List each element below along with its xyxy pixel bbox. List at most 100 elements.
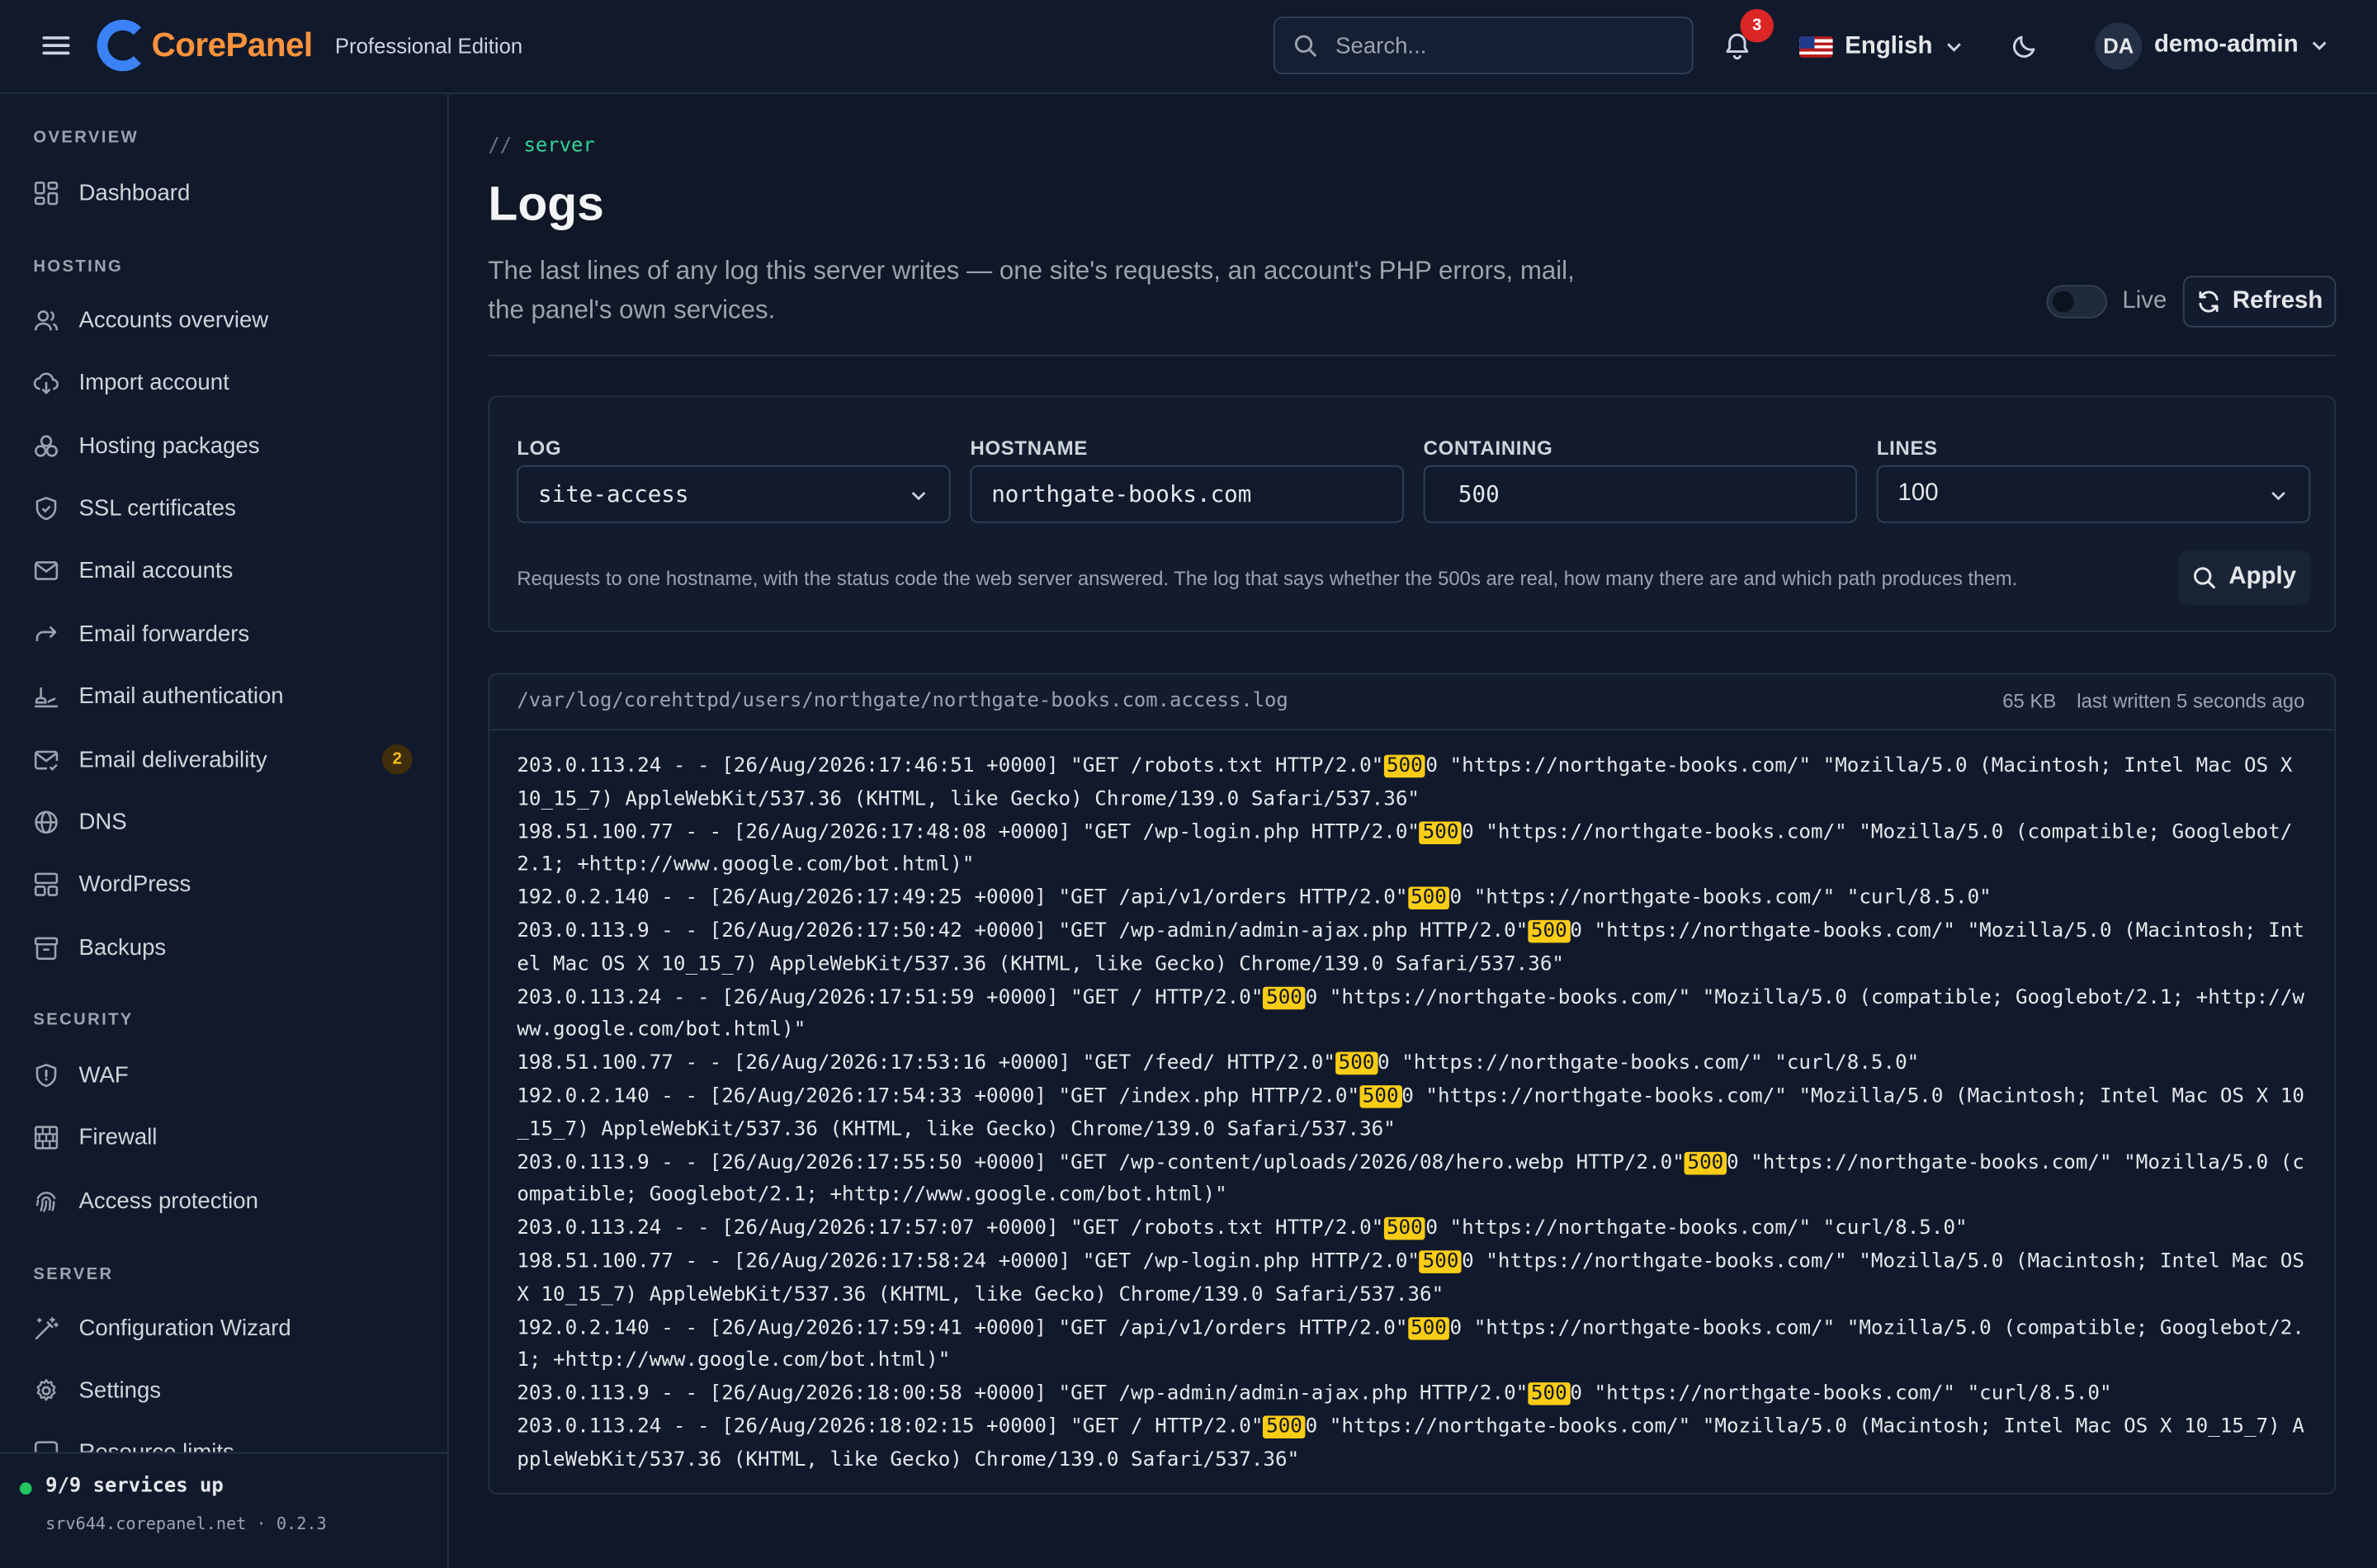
status-dot: [19, 1482, 32, 1495]
hostname-field[interactable]: northgate-books.com: [970, 465, 1404, 523]
sidebar-item-accounts-overview[interactable]: Accounts overview: [0, 292, 447, 347]
log-lines[interactable]: 203.0.113.24 - - [26/Aug/2026:17:46:51 +…: [517, 750, 2310, 1477]
sidebar-item-label: Email accounts: [78, 556, 234, 583]
lines-select[interactable]: 100: [1876, 465, 2311, 523]
log-line: 192.0.2.140 - - [26/Aug/2026:17:49:25 +0…: [517, 882, 2310, 915]
containing-value: 500: [1458, 480, 1500, 508]
username: demo-admin: [2153, 31, 2299, 58]
warning-count-badge: 2: [381, 744, 413, 775]
log-line-text: 203.0.113.24 - - [26/Aug/2026:18:02:15 +…: [517, 1415, 1264, 1438]
sidebar-item-label: Configuration Wizard: [78, 1315, 291, 1341]
page-description: The last lines of any log this server wr…: [488, 256, 1575, 325]
breadcrumb-server[interactable]: server: [524, 135, 595, 158]
sidebar-item-wordpress[interactable]: WordPress: [0, 857, 447, 911]
fingerprint-icon: [35, 1191, 56, 1211]
filter-help-text: Requests to one hostname, with the statu…: [517, 566, 2018, 590]
sidebar-item-label: Email deliverability: [78, 746, 267, 772]
shield-check-icon: [35, 496, 57, 520]
log-line: 203.0.113.24 - - [26/Aug/2026:17:46:51 +…: [517, 750, 2310, 816]
refresh-label: Refresh: [2232, 287, 2323, 314]
notification-badge: 3: [1740, 9, 1774, 43]
search-box[interactable]: [1273, 17, 1694, 74]
log-select[interactable]: site-access: [517, 465, 951, 523]
sidebar-item-label: Dashboard: [78, 179, 191, 205]
chevron-down-icon: [911, 491, 926, 501]
menu-icon[interactable]: [42, 32, 70, 59]
sidebar-item-email-authentication[interactable]: Email authentication: [0, 668, 447, 723]
section-server: SERVER: [33, 1265, 114, 1284]
log-line: 203.0.113.24 - - [26/Aug/2026:18:02:15 +…: [517, 1411, 2310, 1477]
sidebar-item-ssl-certificates[interactable]: SSL certificates: [0, 480, 447, 535]
breadcrumb: // server: [488, 135, 594, 158]
match-highlight: 500: [1528, 920, 1571, 943]
sidebar-item-email-deliverability[interactable]: Email deliverability 2: [0, 732, 447, 786]
divider: [488, 354, 2337, 357]
sidebar: OVERVIEW Dashboard HOSTING Accounts over…: [0, 93, 449, 1568]
live-toggle[interactable]: [2046, 285, 2108, 319]
match-highlight: 500: [1684, 1151, 1727, 1174]
apply-button[interactable]: Apply: [2178, 550, 2311, 605]
log-last-written: last written 5 seconds ago: [2077, 689, 2305, 713]
layout-icon: [34, 871, 59, 895]
sidebar-item-email-forwarders[interactable]: Email forwarders: [0, 607, 447, 661]
sidebar-item-backups[interactable]: Backups: [0, 920, 447, 975]
language-selector[interactable]: English: [1799, 29, 1963, 65]
server-host-version: srv644.corepanel.net · 0.2.3: [45, 1514, 327, 1534]
log-line-text: 198.51.100.77 - - [26/Aug/2026:17:58:24 …: [517, 1250, 1420, 1273]
log-line: 203.0.113.24 - - [26/Aug/2026:17:51:59 +…: [517, 981, 2310, 1047]
brand-name: CorePanel: [151, 26, 313, 64]
search-input[interactable]: [1332, 31, 1672, 60]
log-line-text: 0 "https://northgate-books.com/" "curl/8…: [1570, 1382, 2112, 1405]
apply-label: Apply: [2228, 564, 2297, 590]
packages-icon: [35, 434, 58, 456]
match-highlight: 500: [1359, 1085, 1402, 1108]
match-highlight: 500: [1420, 820, 1463, 844]
sidebar-item-waf[interactable]: WAF: [0, 1047, 447, 1102]
sidebar-item-label: Access protection: [78, 1188, 258, 1214]
sidebar-item-hosting-packages[interactable]: Hosting packages: [0, 418, 447, 473]
sidebar-item-access-protection[interactable]: Access protection: [0, 1174, 447, 1228]
lines-select-value: 100: [1897, 480, 1939, 507]
log-line: 203.0.113.9 - - [26/Aug/2026:18:00:58 +0…: [517, 1378, 2310, 1411]
sidebar-item-label: Import account: [78, 369, 229, 395]
magic-wand-icon: [35, 1315, 59, 1339]
refresh-icon: [2198, 290, 2219, 313]
log-line-text: 192.0.2.140 - - [26/Aug/2026:17:54:33 +0…: [517, 1085, 1360, 1108]
sidebar-item-email-accounts[interactable]: Email accounts: [0, 543, 447, 597]
sidebar-item-settings[interactable]: Settings: [0, 1363, 447, 1417]
match-highlight: 500: [1335, 1051, 1378, 1075]
log-file-path: /var/log/corehttpd/users/northgate/north…: [517, 689, 1288, 713]
forward-icon: [35, 625, 57, 641]
match-highlight: 500: [1407, 1316, 1450, 1339]
search-icon: [1294, 35, 1316, 57]
log-header: /var/log/corehttpd/users/northgate/north…: [489, 674, 2335, 731]
sidebar-item-label: WAF: [78, 1061, 129, 1088]
sidebar-item-dns[interactable]: DNS: [0, 794, 447, 848]
log-line-text: 203.0.113.9 - - [26/Aug/2026:17:55:50 +0…: [517, 1151, 1685, 1174]
containing-field[interactable]: 500: [1423, 465, 1857, 523]
live-toggle-group[interactable]: Live: [2046, 285, 2167, 319]
top-bar: CorePanel Professional Edition 3 English…: [0, 0, 2377, 94]
sidebar-item-import-account[interactable]: Import account: [0, 355, 447, 409]
page-title: Logs: [488, 176, 604, 231]
logo[interactable]: CorePanel: [97, 18, 313, 73]
moon-icon[interactable]: [2010, 31, 2040, 61]
chevron-down-icon: [2271, 491, 2285, 501]
app: CorePanel Professional Edition 3 English…: [0, 0, 2377, 1568]
log-line-text: 203.0.113.9 - - [26/Aug/2026:18:00:58 +0…: [517, 1382, 1529, 1405]
sidebar-item-label: Hosting packages: [78, 432, 260, 459]
sidebar-item-firewall[interactable]: Firewall: [0, 1109, 447, 1164]
match-highlight: 500: [1383, 754, 1426, 778]
section-security: SECURITY: [33, 1011, 134, 1030]
refresh-button[interactable]: Refresh: [2182, 276, 2337, 328]
log-line-text: 203.0.113.9 - - [26/Aug/2026:17:50:42 +0…: [517, 919, 1529, 943]
match-highlight: 500: [1383, 1217, 1426, 1240]
user-menu[interactable]: DA demo-admin: [2095, 21, 2328, 70]
language-label: English: [1845, 33, 1933, 59]
log-line-text: 203.0.113.24 - - [26/Aug/2026:17:51:59 +…: [517, 985, 1264, 1009]
section-overview: OVERVIEW: [33, 129, 139, 148]
mail-check-icon: [34, 749, 59, 771]
sidebar-item-configuration-wizard[interactable]: Configuration Wizard: [0, 1301, 447, 1355]
sidebar-item-dashboard[interactable]: Dashboard: [0, 165, 447, 220]
log-line: 198.51.100.77 - - [26/Aug/2026:17:58:24 …: [517, 1246, 2310, 1312]
